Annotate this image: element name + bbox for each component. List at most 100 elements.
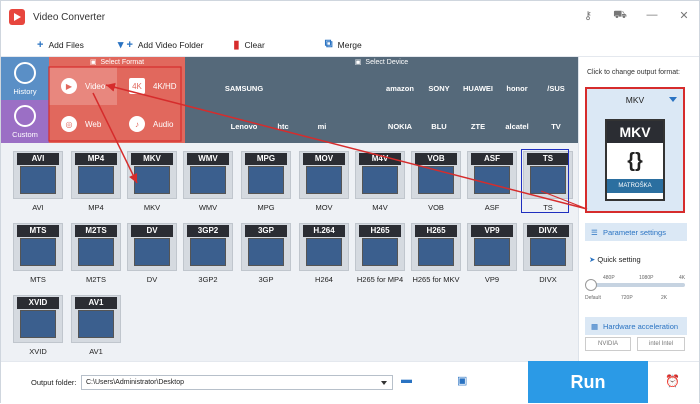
select-format-header: ▣ Select Format [89,58,145,67]
format-icon [418,166,454,194]
format-tag: M4V [359,153,401,165]
tick-720p: 720P [621,295,633,301]
format-tab-video[interactable]: ▶ Video [49,67,117,105]
device-1-1[interactable]: Lenovo [226,111,262,141]
format-label: ASF [484,203,500,212]
quality-slider-thumb[interactable] [585,279,597,291]
device-0-1[interactable]: SAMSUNG [225,73,263,103]
format-tile-11[interactable]: M2TS M2TS [65,221,127,291]
key-icon[interactable]: ⚷ [581,9,595,23]
clear-button[interactable]: ▮ Clear [233,38,264,51]
format-tile-6[interactable]: M4V M4V [349,149,411,219]
output-format-selector[interactable]: MKV MKV {} MATROŠKA [585,87,685,213]
hardware-acceleration-button[interactable]: ▦ Hardware acceleration [585,317,687,335]
nav-custom[interactable]: Custom [1,100,49,143]
format-tile-20[interactable]: XVID XVID [7,293,69,363]
output-folder-dropdown-icon[interactable] [381,381,387,385]
browse-folder-icon[interactable]: ▬ [401,374,412,386]
format-tile-0[interactable]: AVI AVI [7,149,69,219]
format-tile-18[interactable]: VP9 VP9 [461,221,523,291]
format-icon [248,238,284,266]
nav-history[interactable]: History [1,57,49,100]
format-tile-21[interactable]: AV1 AV1 [65,293,127,363]
format-tile-10[interactable]: MTS MTS [7,221,69,291]
format-tab-web[interactable]: ◎ Web [49,105,117,143]
trash-icon: ▮ [233,39,240,51]
format-tag: H265 [359,225,401,237]
merge-button[interactable]: ⧉ Merge [325,38,362,51]
format-icon [306,166,342,194]
format-label: VOB [428,203,444,212]
add-video-folder-button[interactable]: ▾ + Add Video Folder [118,38,204,51]
open-folder-icon[interactable]: ▣ [457,374,467,387]
device-1-4[interactable] [343,111,379,141]
format-tag: ASF [471,153,513,165]
minimize-button[interactable]: — [645,9,659,23]
window-controls: ⚷ ⛟ — ✕ [581,9,691,23]
device-0-5[interactable]: amazon [382,73,418,103]
format-tile-1[interactable]: MP4 MP4 [65,149,127,219]
format-tab-audio[interactable]: ♪ Audio [117,105,185,143]
device-0-6[interactable]: SONY [421,73,457,103]
format-tile-4[interactable]: MPG MPG [235,149,297,219]
format-tile-7[interactable]: VOB VOB [405,149,467,219]
device-1-2[interactable]: htc [265,111,301,141]
device-1-0[interactable] [187,111,223,141]
format-label: DIVX [539,275,557,284]
device-0-3[interactable] [304,73,340,103]
format-tile-13[interactable]: 3GP2 3GP2 [177,221,239,291]
custom-icon [14,105,36,127]
device-0-4[interactable] [343,73,379,103]
run-button[interactable]: Run [528,361,648,403]
device-1-8[interactable]: alcatel [499,111,535,141]
format-tile-5[interactable]: MOV MOV [293,149,355,219]
web-icon: ◎ [61,116,77,132]
format-tab-4khd[interactable]: 4K 4K/HD [117,67,185,105]
format-tile-16[interactable]: H265 H265 for MP4 [349,221,411,291]
app-title: Video Converter [33,11,106,23]
format-tag: AVI [17,153,59,165]
device-0-2[interactable] [265,73,301,103]
device-1-7[interactable]: ZTE [460,111,496,141]
device-1-3[interactable]: mi [304,111,340,141]
device-0-8[interactable]: honor [499,73,535,103]
select-device-header: ▣ Select Device [354,58,409,67]
device-0-7[interactable]: HUAWEI [460,73,496,103]
add-files-button[interactable]: + Add Files [37,39,84,51]
parameter-settings-button[interactable]: ☰ Parameter settings [585,223,687,241]
format-tile-2[interactable]: MKV MKV [121,149,183,219]
intel-badge[interactable]: intel Intel [637,337,685,351]
alarm-icon[interactable]: ⏰ [665,374,680,388]
format-tile-3[interactable]: WMV WMV [177,149,239,219]
format-tile-8[interactable]: ASF ASF [461,149,523,219]
format-tile-17[interactable]: H265 H265 for MKV [405,221,467,291]
format-icon [20,238,56,266]
device-0-9[interactable]: /SUS [538,73,574,103]
format-tag: H.264 [303,225,345,237]
close-button[interactable]: ✕ [677,9,691,23]
device-0-0[interactable] [187,73,223,103]
format-tag: MPG [245,153,287,165]
format-tile-12[interactable]: DV DV [121,221,183,291]
device-1-5[interactable]: NOKIA [382,111,418,141]
format-label: 3GP [258,275,274,284]
format-tag: M2TS [75,225,117,237]
quality-slider[interactable] [589,283,685,287]
format-tile-19[interactable]: DIVX DIVX [517,221,579,291]
format-tile-15[interactable]: H.264 H264 [293,221,355,291]
device-1-6[interactable]: BLU [421,111,457,141]
quick-setting-label: ➤ Quick setting [589,255,641,264]
nvidia-badge[interactable]: NVIDIA [585,337,631,351]
format-tile-14[interactable]: 3GP 3GP [235,221,297,291]
format-icon [134,238,170,266]
format-icon [134,166,170,194]
format-tag: XVID [17,297,59,309]
output-folder-input[interactable]: C:\Users\Administrator\Desktop [81,375,393,390]
device-1-9[interactable]: TV [538,111,574,141]
cart-icon[interactable]: ⛟ [613,9,627,23]
format-icon [248,166,284,194]
format-icon [362,238,398,266]
4k-icon: 4K [129,78,145,94]
format-icon [78,166,114,194]
format-label: 3GP2 [198,275,218,284]
